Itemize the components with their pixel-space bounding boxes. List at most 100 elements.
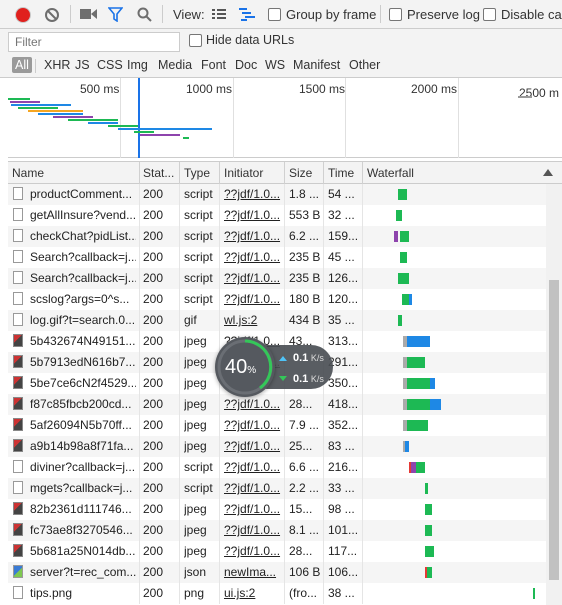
search-icon[interactable] (137, 7, 152, 22)
network-speed-widget[interactable]: 40% 0.1 K/s 0.1 K/s (215, 337, 333, 397)
request-name[interactable]: 5be7ce6cN2f4529... (30, 376, 136, 390)
waterfall-bar[interactable] (424, 504, 432, 515)
request-name[interactable]: getAllInsure?vend... (30, 208, 136, 222)
waterfall-bar[interactable] (405, 441, 409, 452)
clear-icon[interactable] (45, 8, 59, 22)
column-header-type[interactable]: Type (184, 166, 210, 180)
request-name[interactable]: 5b681a25N014db... (30, 544, 136, 558)
column-divider[interactable] (139, 162, 140, 184)
request-name[interactable]: checkChat?pidList... (30, 229, 136, 243)
table-row[interactable]: log.gif?t=search.0... 200 gif wl.js:2 434 B 3… (8, 310, 546, 331)
request-initiator[interactable]: ??jdf/1.0... (224, 271, 282, 285)
request-initiator[interactable]: ??jdf/1.0... (224, 292, 282, 306)
column-header-size[interactable]: Size (289, 166, 312, 180)
table-row[interactable]: server?t=rec_com... 200 json newIma... 106 B… (8, 562, 546, 583)
request-name[interactable]: a9b14b98a8f71fa... (30, 439, 136, 453)
table-row[interactable]: mgets?callback=j... 200 script ??jdf/1.0...… (8, 478, 546, 499)
column-divider[interactable] (179, 162, 180, 184)
waterfall-view-icon[interactable] (239, 8, 255, 21)
waterfall-bar[interactable] (406, 378, 431, 389)
table-row[interactable]: Search?callback=j... 200 script ??jdf/1.0..… (8, 268, 546, 289)
waterfall-bar[interactable] (394, 231, 399, 242)
request-initiator[interactable]: wl.js:2 (224, 313, 282, 327)
vertical-scrollbar[interactable] (546, 184, 562, 605)
request-name[interactable]: log.gif?t=search.0... (30, 313, 136, 327)
type-filter-font[interactable]: Font (198, 57, 229, 73)
waterfall-bar[interactable] (533, 588, 536, 599)
sort-ascending-icon[interactable] (543, 169, 553, 176)
column-divider[interactable] (284, 162, 285, 184)
request-initiator[interactable]: ??jdf/1.0... (224, 397, 282, 411)
type-filter-doc[interactable]: Doc (232, 57, 260, 73)
type-filter-css[interactable]: CSS (94, 57, 126, 73)
request-initiator[interactable]: ui.js:2 (224, 586, 282, 600)
request-name[interactable]: f87c85fbcb200cd... (30, 397, 136, 411)
table-row[interactable]: diviner?callback=j... 200 script ??jdf/1.0.… (8, 457, 546, 478)
type-filter-manifest[interactable]: Manifest (290, 57, 343, 73)
request-initiator[interactable]: ??jdf/1.0... (224, 418, 282, 432)
request-initiator[interactable]: ??jdf/1.0... (224, 208, 282, 222)
waterfall-bar[interactable] (408, 294, 413, 305)
column-header-status[interactable]: Stat... (143, 166, 174, 180)
request-name[interactable]: server?t=rec_com... (30, 565, 136, 579)
timeline-overview[interactable]: 500 ms 1000 ms 1500 ms 2000 ms 2500 m (8, 78, 562, 158)
disable-cache-checkbox[interactable] (483, 8, 496, 21)
request-initiator[interactable]: ??jdf/1.0... (224, 481, 282, 495)
request-initiator[interactable]: newIma... (224, 565, 282, 579)
waterfall-bar[interactable] (430, 399, 441, 410)
request-name[interactable]: mgets?callback=j... (30, 481, 136, 495)
column-divider[interactable] (323, 162, 324, 184)
request-initiator[interactable]: ??jdf/1.0... (224, 439, 282, 453)
waterfall-bar[interactable] (424, 525, 432, 536)
waterfall-bar[interactable] (399, 252, 407, 263)
request-name[interactable]: Search?callback=j... (30, 271, 136, 285)
waterfall-bar[interactable] (424, 546, 434, 557)
column-header-time[interactable]: Time (328, 166, 354, 180)
column-divider[interactable] (362, 162, 363, 184)
filter-input[interactable] (8, 32, 180, 52)
waterfall-bar[interactable] (430, 378, 436, 389)
waterfall-bar[interactable] (406, 336, 431, 347)
table-row[interactable]: fc73ae8f3270546... 200 jpeg ??jdf/1.0... 8.1… (8, 520, 546, 541)
request-name[interactable]: diviner?callback=j... (30, 460, 136, 474)
waterfall-bar[interactable] (424, 483, 429, 494)
table-row[interactable]: 5af26094N5b70ff... 200 jpeg ??jdf/1.0... 7.9… (8, 415, 546, 436)
request-name[interactable]: 5af26094N5b70ff... (30, 418, 136, 432)
table-row[interactable]: f87c85fbcb200cd... 200 jpeg ??jdf/1.0... 28.… (8, 394, 546, 415)
waterfall-bar[interactable] (406, 399, 431, 410)
preserve-log-checkbox[interactable] (389, 8, 402, 21)
request-initiator[interactable]: ??jdf/1.0... (224, 460, 282, 474)
request-initiator[interactable]: ??jdf/1.0... (224, 523, 282, 537)
column-header-name[interactable]: Name (12, 166, 44, 180)
group-by-frame-checkbox[interactable] (268, 8, 281, 21)
waterfall-bar[interactable] (426, 567, 432, 578)
request-initiator[interactable]: ??jdf/1.0... (224, 229, 282, 243)
record-icon[interactable] (16, 8, 30, 22)
request-initiator[interactable]: ??jdf/1.0... (224, 187, 282, 201)
type-filter-xhr[interactable]: XHR (41, 57, 73, 73)
table-row[interactable]: a9b14b98a8f71fa... 200 jpeg ??jdf/1.0... 25.… (8, 436, 546, 457)
request-name[interactable]: 5b7913edN616b7... (30, 355, 136, 369)
request-initiator[interactable]: ??jdf/1.0... (224, 250, 282, 264)
waterfall-bar[interactable] (398, 273, 409, 284)
large-rows-icon[interactable] (212, 9, 226, 20)
filter-icon[interactable] (108, 7, 123, 22)
column-header-initiator[interactable]: Initiator (224, 166, 263, 180)
request-name[interactable]: 82b2361d111746... (30, 502, 136, 516)
type-filter-img[interactable]: Img (124, 57, 151, 73)
request-name[interactable]: tips.png (30, 586, 136, 600)
request-name[interactable]: Search?callback=j... (30, 250, 136, 264)
waterfall-bar[interactable] (399, 231, 409, 242)
column-header-waterfall[interactable]: Waterfall (367, 166, 414, 180)
table-row[interactable]: scslog?args=0^s... 200 script ??jdf/1.0... 1… (8, 289, 546, 310)
request-name[interactable]: 5b432674N49151... (30, 334, 136, 348)
scrollbar-thumb[interactable] (549, 280, 559, 580)
type-filter-media[interactable]: Media (155, 57, 195, 73)
table-row[interactable]: 82b2361d111746... 200 jpeg ??jdf/1.0... 15..… (8, 499, 546, 520)
type-filter-ws[interactable]: WS (262, 57, 288, 73)
waterfall-bar[interactable] (396, 210, 402, 221)
waterfall-bar[interactable] (406, 420, 429, 431)
table-row[interactable]: tips.png 200 png ui.js:2 (fro... 38 ... (8, 583, 546, 604)
hide-data-urls-checkbox[interactable] (189, 34, 202, 47)
table-row[interactable]: Search?callback=j... 200 script ??jdf/1.0..… (8, 247, 546, 268)
